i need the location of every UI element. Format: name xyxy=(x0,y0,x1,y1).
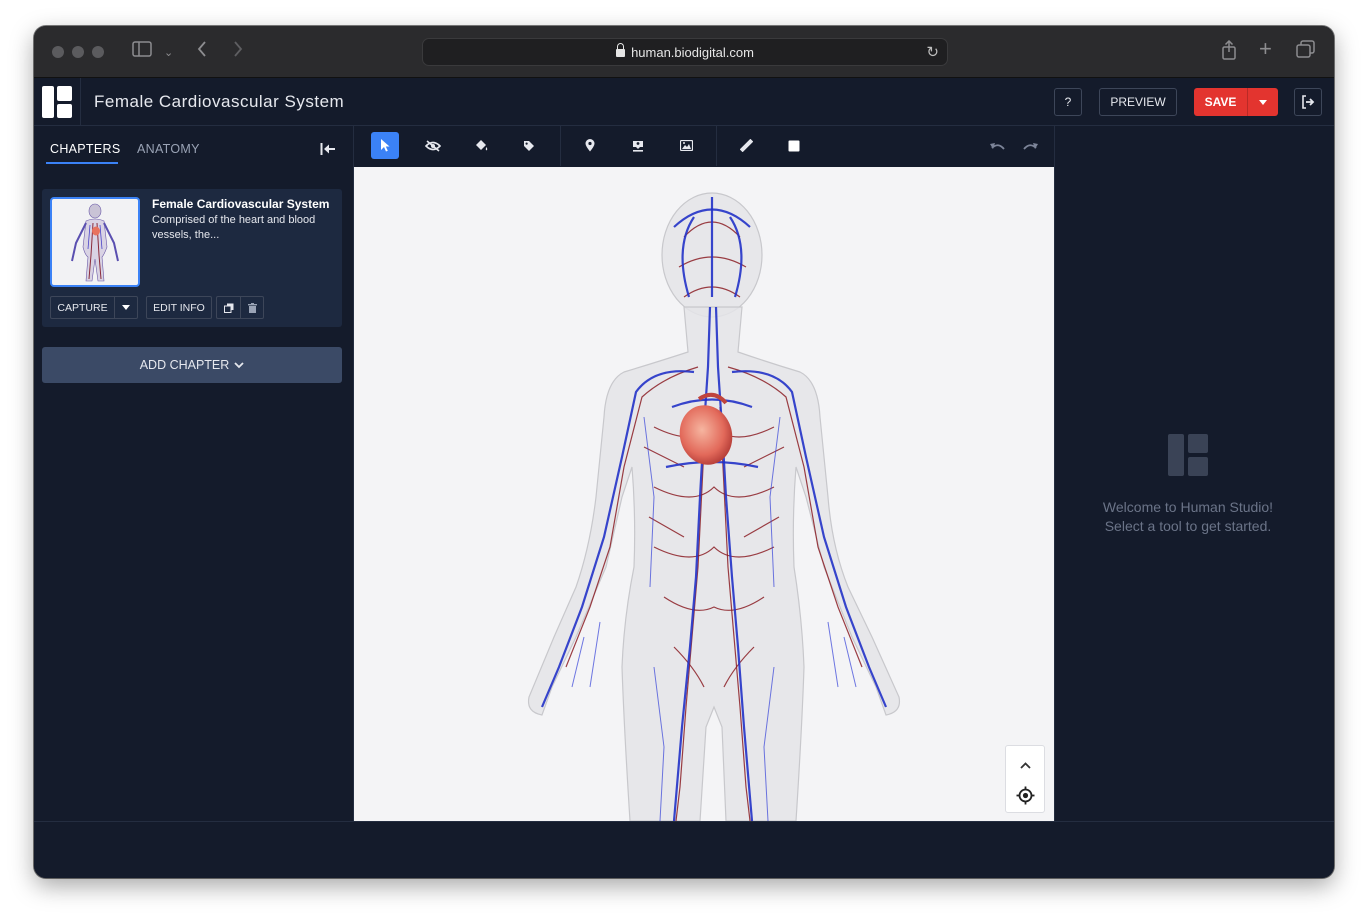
chevron-down-icon xyxy=(234,361,244,368)
window-controls[interactable] xyxy=(52,46,104,58)
add-chapter-label: ADD CHAPTER xyxy=(139,358,230,372)
browser-toolbar: ⌄ human.biodigital.com ↻ + xyxy=(34,26,1334,78)
chapters-sidebar: CHAPTERS ANATOMY Female Cardiovascular S… xyxy=(34,126,354,821)
forward-icon[interactable] xyxy=(232,40,244,63)
chapter-card[interactable]: Female Cardiovascular System Comprised o… xyxy=(42,189,342,327)
exit-button[interactable] xyxy=(1294,88,1322,116)
tool-properties-panel: Welcome to Human Studio! Select a tool t… xyxy=(1054,126,1334,821)
lock-icon xyxy=(616,43,626,57)
select-icon xyxy=(381,139,390,152)
welcome-line-1: Welcome to Human Studio! xyxy=(1102,499,1274,515)
pin-icon xyxy=(585,139,595,152)
preview-button[interactable]: PREVIEW xyxy=(1099,88,1177,116)
3d-model-viewer[interactable] xyxy=(354,167,1054,821)
tools-toolbar xyxy=(354,126,1054,166)
save-options-button[interactable] xyxy=(1248,88,1278,116)
trash-icon xyxy=(247,302,257,313)
exit-icon xyxy=(1302,95,1315,109)
toolbar-divider xyxy=(716,126,717,166)
new-tab-icon[interactable]: + xyxy=(1259,38,1272,60)
browser-window: ⌄ human.biodigital.com ↻ + Female Cardio… xyxy=(34,26,1334,878)
recenter-button[interactable] xyxy=(1016,786,1035,810)
caret-down-icon xyxy=(122,305,130,310)
minimize-window-button[interactable] xyxy=(72,46,84,58)
undo-icon xyxy=(990,142,1005,150)
duplicate-button[interactable] xyxy=(216,296,240,319)
redo-button[interactable] xyxy=(1016,132,1044,159)
biodigital-logo-icon[interactable] xyxy=(42,86,72,118)
square-icon xyxy=(788,140,800,151)
app-header: Female Cardiovascular System ? PREVIEW S… xyxy=(34,78,1334,126)
paint-icon xyxy=(475,140,487,151)
chevron-up-icon xyxy=(1020,762,1031,769)
capture-options-button[interactable] xyxy=(114,296,138,319)
chapter-description: Comprised of the heart and blood vessels… xyxy=(152,214,316,241)
sidebar-toggle-icon[interactable] xyxy=(132,40,152,62)
maximize-window-button[interactable] xyxy=(92,46,104,58)
footer-bar xyxy=(34,821,1334,878)
close-window-button[interactable] xyxy=(52,46,64,58)
tab-anatomy[interactable]: ANATOMY xyxy=(137,142,200,156)
save-button-group: SAVE xyxy=(1194,88,1278,116)
tab-chapters[interactable]: CHAPTERS xyxy=(50,142,120,156)
expand-controls-button[interactable] xyxy=(1020,756,1031,774)
square-tool-button[interactable] xyxy=(780,132,808,159)
collapse-sidebar-icon[interactable] xyxy=(320,142,336,159)
active-tab-indicator xyxy=(46,162,118,164)
crosshair-icon xyxy=(1016,786,1035,805)
delete-button[interactable] xyxy=(240,296,264,319)
tab-overview-icon[interactable] xyxy=(1296,40,1316,63)
undo-button[interactable] xyxy=(984,132,1012,159)
redo-icon xyxy=(1023,142,1038,150)
help-button[interactable]: ? xyxy=(1054,88,1082,116)
human-studio-logo-icon xyxy=(1168,434,1208,481)
back-icon[interactable] xyxy=(196,40,208,63)
image-tool-button[interactable] xyxy=(672,132,700,159)
tag-tool-button[interactable] xyxy=(515,132,543,159)
ruler-icon xyxy=(739,139,753,152)
cardiovascular-model-image xyxy=(527,192,901,821)
measure-tool-button[interactable] xyxy=(732,132,760,159)
chapter-thumbnail[interactable] xyxy=(50,197,140,287)
header-divider xyxy=(80,78,81,126)
duplicate-icon xyxy=(223,303,233,313)
save-button[interactable]: SAVE xyxy=(1194,88,1248,116)
person-pin-tool-button[interactable] xyxy=(624,132,652,159)
reload-icon[interactable]: ↻ xyxy=(926,43,939,61)
camera-controls xyxy=(1005,745,1045,813)
chevron-down-icon[interactable]: ⌄ xyxy=(164,42,173,64)
welcome-message: Welcome to Human Studio! Select a tool t… xyxy=(1055,498,1321,536)
caret-down-icon xyxy=(1259,99,1267,105)
image-icon xyxy=(679,140,693,151)
add-chapter-button[interactable]: ADD CHAPTER xyxy=(42,347,342,383)
toolbar-divider xyxy=(560,126,561,166)
chapter-title: Female Cardiovascular System xyxy=(152,197,330,211)
page-title: Female Cardiovascular System xyxy=(94,92,345,111)
url-text: human.biodigital.com xyxy=(631,44,754,60)
hide-tool-button[interactable] xyxy=(419,132,447,159)
address-bar[interactable]: human.biodigital.com ↻ xyxy=(422,38,948,66)
share-icon[interactable] xyxy=(1221,39,1237,65)
edit-info-button[interactable]: EDIT INFO xyxy=(146,296,212,319)
select-tool-button[interactable] xyxy=(371,132,399,159)
person-pin-icon xyxy=(633,140,643,152)
tag-icon xyxy=(524,140,534,151)
hide-icon xyxy=(425,139,441,152)
pin-tool-button[interactable] xyxy=(576,132,604,159)
capture-button[interactable]: CAPTURE xyxy=(50,296,114,319)
welcome-line-2: Select a tool to get started. xyxy=(1104,518,1272,534)
paint-tool-button[interactable] xyxy=(467,132,495,159)
